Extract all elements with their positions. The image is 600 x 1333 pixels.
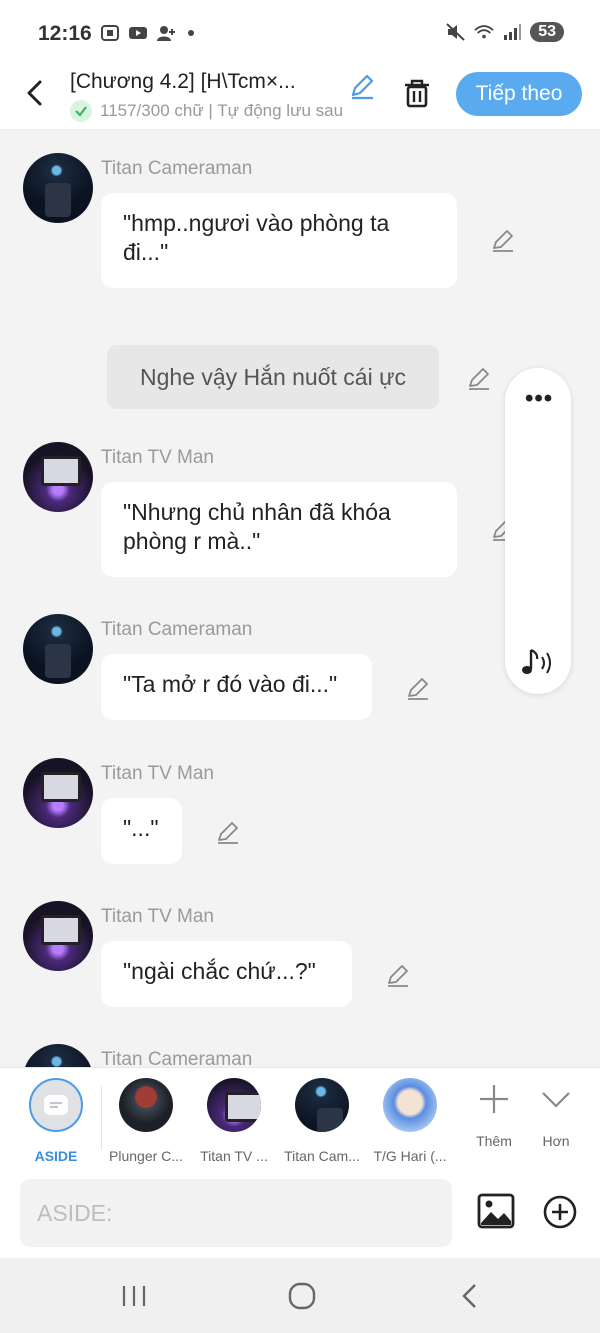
- trash-icon[interactable]: [400, 76, 434, 110]
- signal-icon: [504, 24, 522, 40]
- edit-title-pencil-icon[interactable]: [348, 72, 376, 100]
- narration-bubble[interactable]: Nghe vậy Hắn nuốt cái ực: [107, 345, 439, 409]
- edit-pencil-icon[interactable]: [490, 227, 516, 253]
- character-aside[interactable]: ASIDE: [11, 1078, 101, 1164]
- sender-name: Titan Cameraman: [101, 158, 253, 179]
- floating-tool-panel: •••: [505, 368, 571, 694]
- chevron-down-icon: [542, 1092, 570, 1108]
- back-nav-icon[interactable]: [452, 1278, 488, 1314]
- music-note-icon[interactable]: [519, 648, 557, 678]
- autosave-status: 1157/300 chữ | Tự động lưu sau: [70, 100, 375, 122]
- mute-icon: [446, 23, 465, 41]
- avatar-titan-cameraman[interactable]: [23, 1044, 93, 1067]
- image-icon[interactable]: [477, 1192, 515, 1230]
- aside-avatar: [29, 1078, 83, 1132]
- more-dots-icon[interactable]: •••: [525, 387, 553, 411]
- sender-name: Titan Cameraman: [101, 619, 253, 640]
- add-label: Thêm: [476, 1133, 512, 1149]
- battery-indicator: 53: [530, 22, 564, 42]
- more-label: Hơn: [542, 1133, 570, 1149]
- avatar-titan-tv-man[interactable]: [23, 758, 93, 828]
- status-time: 12:16: [38, 22, 92, 45]
- titan-cameraman-avatar: [295, 1078, 349, 1132]
- speech-bubble-icon: [44, 1095, 68, 1115]
- system-nav-bar: [0, 1258, 600, 1333]
- wifi-icon: [474, 25, 494, 39]
- avatar-titan-tv-man[interactable]: [23, 901, 93, 971]
- notification-icons: [100, 24, 194, 42]
- status-bar: 12:16 53: [0, 0, 600, 66]
- more-notifications-dot: [188, 30, 194, 36]
- editor-header: [Chương 4.2] [H\Tcm×... 1157/300 chữ | T…: [0, 66, 600, 130]
- check-icon: [70, 100, 92, 122]
- titan-tv-man-avatar: [207, 1078, 261, 1132]
- home-icon[interactable]: [284, 1278, 320, 1314]
- add-character-button[interactable]: Thêm: [464, 1082, 524, 1149]
- avatar-titan-cameraman[interactable]: [23, 153, 93, 223]
- character-label: Titan TV ...: [200, 1148, 268, 1164]
- message-bubble[interactable]: "hmp..ngươi vào phòng ta đi...": [101, 193, 457, 288]
- tg-hari-avatar: [383, 1078, 437, 1132]
- character-label: Titan Cam...: [284, 1148, 360, 1164]
- chapter-title[interactable]: [Chương 4.2] [H\Tcm×...: [70, 70, 340, 94]
- system-icons: 53: [446, 22, 564, 42]
- next-button[interactable]: Tiếp theo: [456, 72, 582, 116]
- message-bubble[interactable]: "...": [101, 798, 182, 864]
- add-user-icon: [157, 26, 175, 41]
- character-label: ASIDE: [34, 1148, 78, 1164]
- recent-apps-icon[interactable]: [116, 1278, 152, 1314]
- sender-name: Titan TV Man: [101, 763, 214, 784]
- word-count-text: 1157/300 chữ | Tự động lưu sau: [100, 101, 344, 120]
- character-tg-hari[interactable]: T/G Hari (...: [365, 1078, 455, 1164]
- plunger-avatar: [119, 1078, 173, 1132]
- plus-icon: [480, 1085, 508, 1113]
- input-bar: [0, 1170, 600, 1258]
- screenshot-icon: [101, 25, 119, 41]
- sender-name: Titan TV Man: [101, 447, 214, 468]
- character-plunger[interactable]: Plunger C...: [101, 1078, 191, 1164]
- message-bubble[interactable]: "Ta mở r đó vào đi...": [101, 654, 372, 720]
- character-label: Plunger C...: [109, 1148, 183, 1164]
- edit-pencil-icon[interactable]: [405, 675, 431, 701]
- character-titan-tv-man[interactable]: Titan TV ...: [189, 1078, 279, 1164]
- edit-pencil-icon[interactable]: [385, 962, 411, 988]
- message-bubble[interactable]: "ngài chắc chứ...?": [101, 941, 352, 1007]
- edit-pencil-icon[interactable]: [215, 819, 241, 845]
- more-characters-button[interactable]: Hơn: [526, 1082, 586, 1149]
- chat-area[interactable]: Titan Cameraman "hmp..ngươi vào phòng ta…: [0, 130, 600, 1067]
- avatar-titan-tv-man[interactable]: [23, 442, 93, 512]
- sender-name: Titan TV Man: [101, 906, 214, 927]
- character-titan-cameraman[interactable]: Titan Cam...: [277, 1078, 367, 1164]
- character-label: T/G Hari (...: [373, 1148, 447, 1164]
- youtube-icon: [129, 27, 147, 39]
- avatar-titan-cameraman[interactable]: [23, 614, 93, 684]
- aside-input[interactable]: [20, 1179, 452, 1247]
- character-selector: ASIDE Plunger C... Titan TV ... Titan Ca…: [0, 1067, 600, 1170]
- add-circle-icon[interactable]: [542, 1194, 578, 1230]
- back-arrow-icon[interactable]: [18, 76, 52, 110]
- sender-name: Titan Cameraman: [101, 1049, 253, 1067]
- message-bubble[interactable]: "Nhưng chủ nhân đã khóa phòng r mà..": [101, 482, 457, 577]
- edit-pencil-icon[interactable]: [466, 365, 492, 391]
